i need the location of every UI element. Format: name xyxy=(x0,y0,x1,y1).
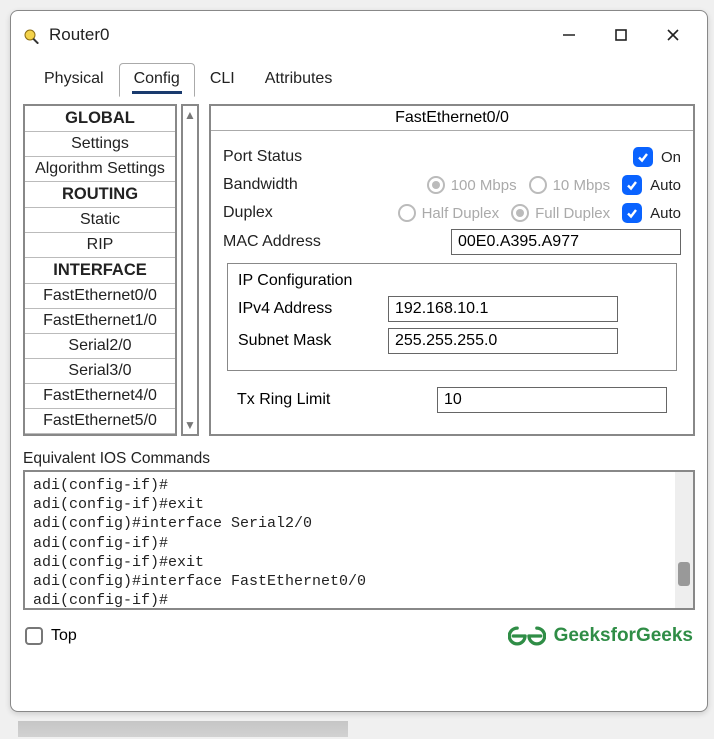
ios-commands-section: Equivalent IOS Commands adi(config-if)# … xyxy=(11,444,707,614)
sidebar-list: GLOBAL Settings Algorithm Settings ROUTI… xyxy=(23,104,177,436)
tab-cli[interactable]: CLI xyxy=(195,63,250,97)
sidebar-item-fe00[interactable]: FastEthernet0/0 xyxy=(25,284,175,309)
window-title: Router0 xyxy=(49,25,109,45)
sidebar-item-rip[interactable]: RIP xyxy=(25,233,175,258)
half-duplex-radio[interactable] xyxy=(398,204,416,222)
ip-config-fieldset: IP Configuration IPv4 Address Subnet Mas… xyxy=(227,263,677,371)
on-label: On xyxy=(661,149,681,166)
sidebar-header-interface: INTERFACE xyxy=(25,258,175,284)
port-status-checkbox[interactable] xyxy=(633,147,653,167)
bandwidth-10-label: 10 Mbps xyxy=(553,177,611,194)
config-content: GLOBAL Settings Algorithm Settings ROUTI… xyxy=(11,98,707,444)
bandwidth-100-label: 100 Mbps xyxy=(451,177,517,194)
sidebar-scrollbar[interactable]: ▲ ▼ xyxy=(181,104,199,436)
sidebar-header-routing: ROUTING xyxy=(25,182,175,208)
sidebar-item-fe50[interactable]: FastEthernet5/0 xyxy=(25,409,175,434)
tx-ring-label: Tx Ring Limit xyxy=(237,391,437,409)
sidebar-item-settings[interactable]: Settings xyxy=(25,132,175,157)
ipv4-input[interactable] xyxy=(388,296,618,322)
window-shadow xyxy=(18,721,348,737)
detail-title: FastEthernet0/0 xyxy=(211,106,693,131)
ios-commands-box: adi(config-if)# adi(config-if)#exit adi(… xyxy=(23,470,695,610)
bandwidth-auto-checkbox[interactable] xyxy=(622,175,642,195)
port-status-label: Port Status xyxy=(223,148,333,166)
mac-address-input[interactable] xyxy=(451,229,681,255)
tab-attributes[interactable]: Attributes xyxy=(250,63,348,97)
sidebar-item-algorithm-settings[interactable]: Algorithm Settings xyxy=(25,157,175,182)
sidebar-item-s20[interactable]: Serial2/0 xyxy=(25,334,175,359)
sidebar-header-global: GLOBAL xyxy=(25,106,175,132)
duplex-auto-label: Auto xyxy=(650,205,681,222)
sidebar-item-fe40[interactable]: FastEthernet4/0 xyxy=(25,384,175,409)
ip-config-heading: IP Configuration xyxy=(238,272,666,290)
mac-address-label: MAC Address xyxy=(223,233,363,251)
top-label: Top xyxy=(51,627,77,645)
sidebar-item-static[interactable]: Static xyxy=(25,208,175,233)
sidebar-item-s30[interactable]: Serial3/0 xyxy=(25,359,175,384)
scroll-up-icon[interactable]: ▲ xyxy=(184,106,196,124)
bandwidth-auto-label: Auto xyxy=(650,177,681,194)
footer-bar: Top GeeksforGeeks xyxy=(11,614,707,660)
maximize-button[interactable] xyxy=(599,21,643,49)
ipv4-label: IPv4 Address xyxy=(238,300,388,318)
subnet-input[interactable] xyxy=(388,328,618,354)
app-icon xyxy=(23,26,41,44)
bandwidth-10-radio[interactable] xyxy=(529,176,547,194)
ios-scrollbar[interactable] xyxy=(675,472,693,608)
title-bar: Router0 xyxy=(11,11,707,57)
minimize-button[interactable] xyxy=(547,21,591,49)
interface-detail-panel: FastEthernet0/0 Port Status On Bandwidth xyxy=(209,104,695,436)
ios-scroll-thumb[interactable] xyxy=(678,562,690,586)
tx-ring-input[interactable] xyxy=(437,387,667,413)
tab-bar: Physical Config CLI Attributes xyxy=(11,63,707,98)
half-duplex-label: Half Duplex xyxy=(422,205,500,222)
full-duplex-radio[interactable] xyxy=(511,204,529,222)
config-sidebar: GLOBAL Settings Algorithm Settings ROUTI… xyxy=(23,104,199,436)
brand-logo: GeeksforGeeks xyxy=(508,624,693,648)
brand-text: GeeksforGeeks xyxy=(554,625,693,647)
sidebar-item-fe10[interactable]: FastEthernet1/0 xyxy=(25,309,175,334)
tab-config[interactable]: Config xyxy=(119,63,195,97)
router-config-window: Router0 Physical Config CLI Attributes G… xyxy=(10,10,708,712)
bandwidth-100-radio[interactable] xyxy=(427,176,445,194)
close-button[interactable] xyxy=(651,21,695,49)
duplex-label: Duplex xyxy=(223,204,333,222)
scroll-down-icon[interactable]: ▼ xyxy=(184,416,196,434)
ios-commands-heading: Equivalent IOS Commands xyxy=(23,450,695,468)
full-duplex-label: Full Duplex xyxy=(535,205,610,222)
ios-commands-text[interactable]: adi(config-if)# adi(config-if)#exit adi(… xyxy=(25,472,675,608)
tab-physical[interactable]: Physical xyxy=(29,63,119,97)
top-checkbox[interactable] xyxy=(25,627,43,645)
duplex-auto-checkbox[interactable] xyxy=(622,203,642,223)
bandwidth-label: Bandwidth xyxy=(223,176,333,194)
subnet-label: Subnet Mask xyxy=(238,332,388,350)
geeksforgeeks-icon xyxy=(508,624,546,648)
